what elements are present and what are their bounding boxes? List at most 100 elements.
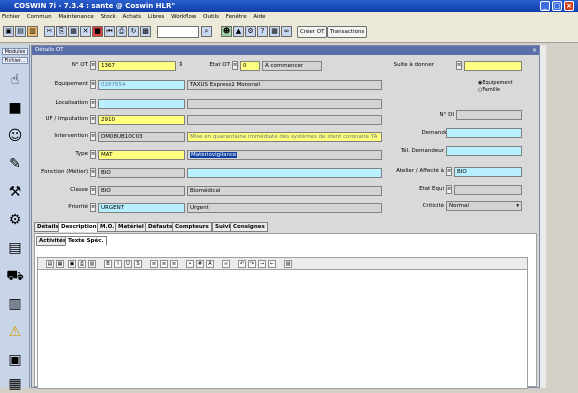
tab-defauts[interactable]: Défauts: [145, 222, 176, 232]
suite-field[interactable]: [464, 61, 522, 71]
link-icon[interactable]: ∞: [222, 260, 230, 268]
lookup-button[interactable]: ≡: [456, 61, 462, 70]
users-icon[interactable]: ☻: [221, 26, 232, 37]
menu-fichier[interactable]: Fichier: [2, 14, 20, 20]
new-icon[interactable]: ▤: [46, 260, 54, 268]
vertical-scrollbar[interactable]: [540, 45, 546, 388]
report-icon[interactable]: ▣: [6, 351, 24, 369]
localisation-code[interactable]: [98, 99, 185, 109]
warning-icon[interactable]: ⚠: [6, 323, 24, 341]
equipement-code[interactable]: 0287654: [98, 80, 185, 90]
bold-icon[interactable]: B: [104, 260, 112, 268]
gears-icon[interactable]: ⚙: [6, 211, 24, 229]
tab-materiel[interactable]: Matériel: [115, 222, 147, 232]
stop-icon[interactable]: ■: [92, 26, 103, 37]
etat-ot-code[interactable]: 0: [240, 61, 260, 71]
toolbox-icon[interactable]: ■: [6, 99, 24, 117]
help-icon[interactable]: ?: [257, 26, 268, 37]
tools-icon[interactable]: ✎: [6, 155, 24, 173]
text-editor[interactable]: ▤ ▦ ▣ ⎙ ▥ B I U S ≡ ≡ ≡ • # A ∞ ↶ ↷ → ← …: [37, 257, 528, 389]
uf-code[interactable]: 2910: [98, 115, 185, 125]
lookup-button[interactable]: ≡: [90, 132, 96, 141]
print-icon[interactable]: ⎙: [78, 260, 86, 268]
fichier-button[interactable]: Fichier...: [2, 57, 28, 64]
align-right-icon[interactable]: ≡: [170, 260, 178, 268]
close-window-button[interactable]: ×: [564, 1, 574, 11]
chart-icon[interactable]: ▲: [233, 26, 244, 37]
underline-icon[interactable]: U: [124, 260, 132, 268]
menu-aide[interactable]: Aide: [253, 14, 265, 20]
settings-icon[interactable]: ⚙: [245, 26, 256, 37]
new-icon[interactable]: ▣: [3, 26, 14, 37]
document-icon[interactable]: ▤: [6, 239, 24, 257]
lookup-button[interactable]: ≡: [90, 168, 96, 177]
hand-icon[interactable]: ☝: [6, 71, 24, 89]
criticite-select[interactable]: Normal ▾: [446, 201, 522, 211]
menu-outils[interactable]: Outils: [203, 14, 219, 20]
open-icon[interactable]: ▦: [56, 260, 64, 268]
preview-icon[interactable]: ▥: [88, 260, 96, 268]
tel-demandeur-field[interactable]: [446, 146, 522, 156]
open-icon[interactable]: ▤: [15, 26, 26, 37]
refresh-icon[interactable]: ↻: [128, 26, 139, 37]
radio-famille[interactable]: ○Famille: [478, 87, 500, 93]
classe-code[interactable]: BIO: [98, 186, 185, 196]
demandeur-field[interactable]: [446, 128, 522, 138]
people-icon[interactable]: ☺: [6, 127, 24, 145]
menu-stock[interactable]: Stock: [101, 14, 116, 20]
bullets-icon[interactable]: •: [186, 260, 194, 268]
lookup-button[interactable]: ≡: [90, 115, 96, 124]
first-icon[interactable]: ⏮: [104, 26, 115, 37]
radio-equipement[interactable]: ◉Equipement: [478, 80, 513, 86]
lookup-button[interactable]: ≡: [446, 185, 452, 194]
chart-icon[interactable]: ▦: [6, 375, 24, 393]
modules-button[interactable]: Modules: [2, 48, 28, 55]
print-icon[interactable]: ⎙: [116, 26, 127, 37]
tab-consignes[interactable]: Consignes: [230, 222, 268, 232]
undo-icon[interactable]: ↶: [238, 260, 246, 268]
calendar-icon[interactable]: ▦: [269, 26, 280, 37]
spinner-icon[interactable]: ⇕: [178, 61, 183, 68]
align-center-icon[interactable]: ≡: [160, 260, 168, 268]
save-icon[interactable]: ▣: [68, 260, 76, 268]
intervention-code[interactable]: DM08UB10C03: [98, 132, 185, 142]
menu-workflow[interactable]: Workflow: [171, 14, 196, 20]
atelier-field[interactable]: BIO: [454, 167, 522, 177]
lookup-button[interactable]: ≡: [90, 99, 96, 108]
search-icon[interactable]: ⌕: [201, 26, 212, 37]
delete-icon[interactable]: ✕: [80, 26, 91, 37]
tab-description[interactable]: Description: [58, 222, 100, 232]
lookup-button[interactable]: ≡: [90, 203, 96, 212]
lookup-button[interactable]: ≡: [90, 186, 96, 195]
color-icon[interactable]: A: [206, 260, 214, 268]
priorite-code[interactable]: URGENT: [98, 203, 185, 213]
image-icon[interactable]: ▨: [284, 260, 292, 268]
search-input[interactable]: [157, 26, 199, 38]
lookup-button[interactable]: ≡: [446, 167, 452, 176]
lookup-button[interactable]: ≡: [232, 61, 238, 70]
lookup-button[interactable]: ≡: [90, 61, 96, 70]
maximize-button[interactable]: □: [552, 1, 562, 11]
grid-icon[interactable]: ▩: [140, 26, 151, 37]
italic-icon[interactable]: I: [114, 260, 122, 268]
no-ot-field[interactable]: 1367: [98, 61, 176, 71]
align-left-icon[interactable]: ≡: [150, 260, 158, 268]
minimize-button[interactable]: _: [540, 1, 550, 11]
redo-icon[interactable]: ↷: [248, 260, 256, 268]
close-icon[interactable]: ×: [532, 47, 537, 54]
copy-icon[interactable]: ⎘: [56, 26, 67, 37]
cut-icon[interactable]: ✂: [44, 26, 55, 37]
link-icon[interactable]: ∞: [281, 26, 292, 37]
create-ot-button[interactable]: Créer OT: [297, 26, 328, 38]
wrench-icon[interactable]: ⚒: [6, 183, 24, 201]
menu-commun[interactable]: Commun: [27, 14, 52, 20]
menu-libres[interactable]: Libres: [148, 14, 164, 20]
save-icon[interactable]: ▥: [27, 26, 38, 37]
lookup-button[interactable]: ≡: [90, 150, 96, 159]
building-icon[interactable]: ▥: [6, 295, 24, 313]
lookup-button[interactable]: ≡: [90, 80, 96, 89]
indent-icon[interactable]: →: [258, 260, 266, 268]
truck-icon[interactable]: ⛟: [6, 267, 24, 285]
paste-icon[interactable]: ▦: [68, 26, 79, 37]
subtab-texte-spec[interactable]: Texte Spéc.: [65, 236, 107, 246]
